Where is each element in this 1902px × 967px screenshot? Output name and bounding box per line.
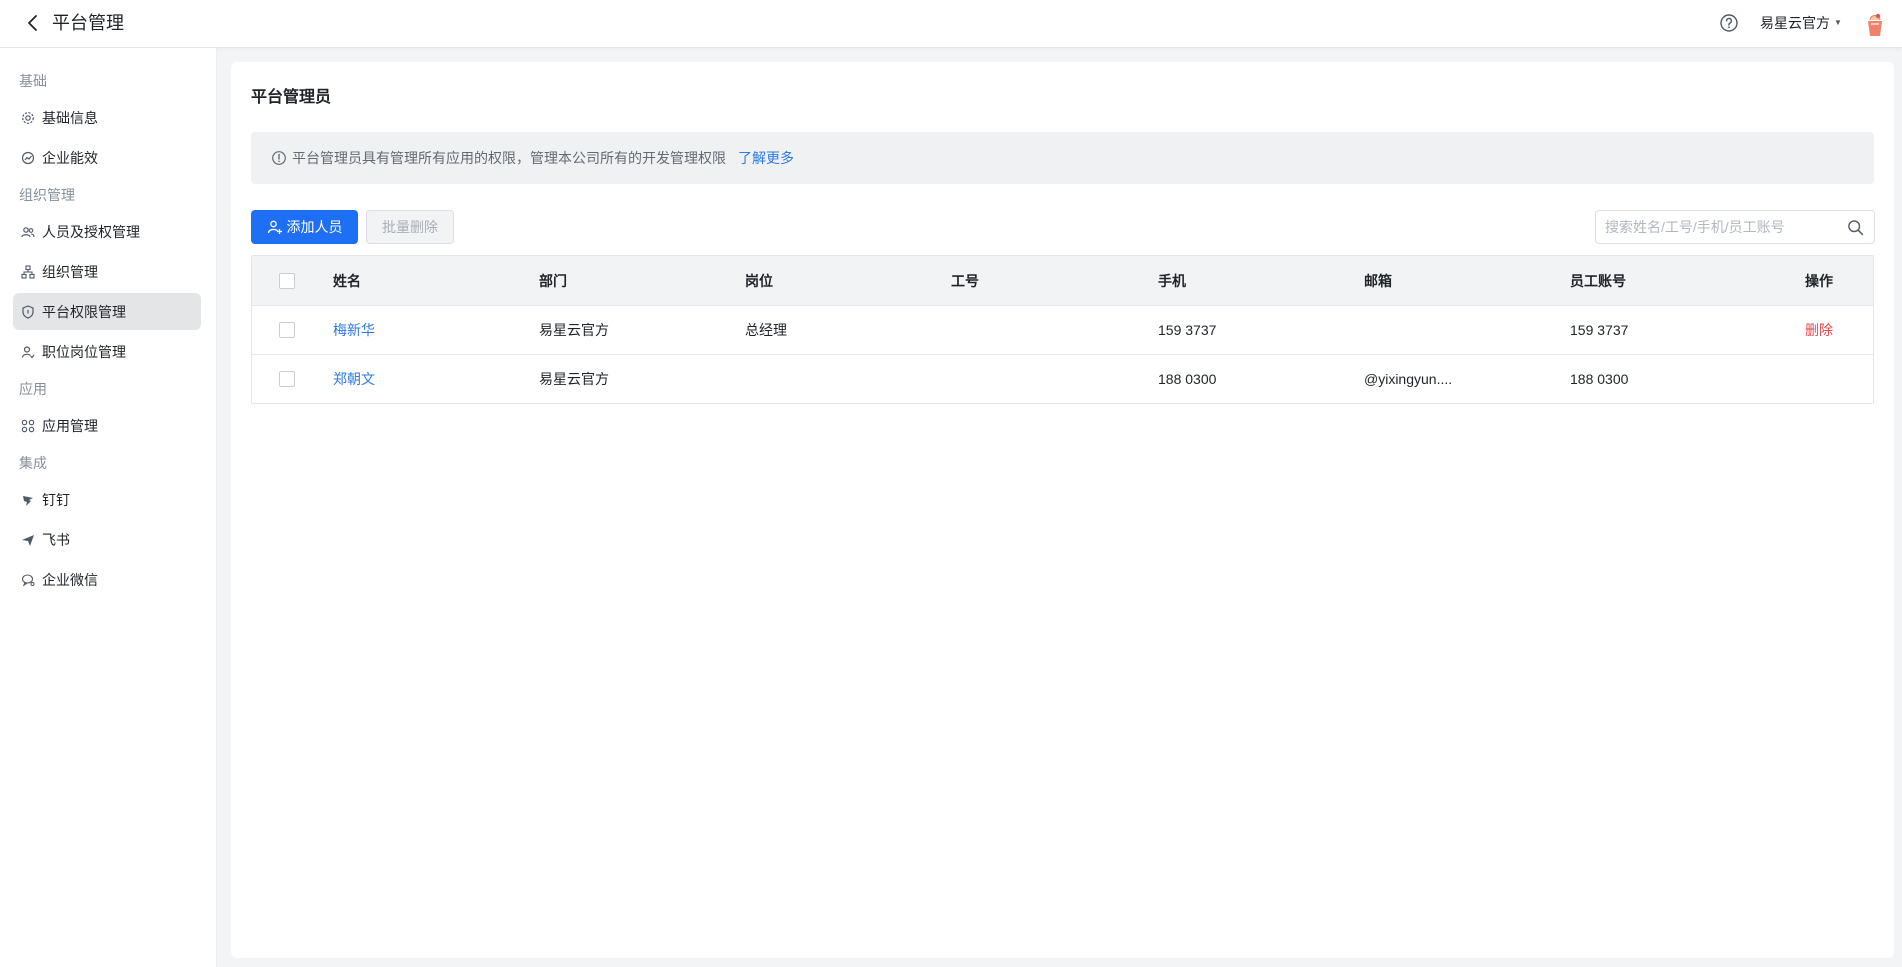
column-header-account: 员工账号 [1570, 272, 1626, 289]
cell-phone: 188 0300 [1158, 371, 1217, 387]
sidebar-item-positions[interactable]: 职位岗位管理 [13, 333, 201, 370]
top-bar: 平台管理 易星云官方 ▼ [0, 0, 1902, 48]
table-row: 梅新华 易星云官方 总经理 159 3737 159 3737 删除 [252, 306, 1873, 355]
column-header-dept: 部门 [539, 272, 567, 289]
cell-position [745, 355, 925, 403]
sidebar-item-efficiency[interactable]: 企业能效 [13, 139, 201, 176]
cell-action [1805, 355, 1865, 403]
cell-position: 总经理 [745, 322, 787, 338]
sidebar-group-label: 基础 [19, 73, 47, 89]
apps-grid-icon [19, 417, 37, 435]
info-icon [271, 150, 287, 166]
search-input[interactable] [1596, 211, 1836, 243]
sidebar-item-label: 飞书 [42, 531, 70, 548]
gear-icon [19, 109, 37, 127]
column-header-employee-no: 工号 [951, 272, 979, 289]
wecom-icon [19, 571, 37, 589]
dingtalk-icon [19, 491, 37, 509]
back-arrow-icon[interactable] [22, 12, 44, 34]
search-box[interactable] [1595, 210, 1875, 244]
batch-delete-button[interactable]: 批量删除 [366, 210, 454, 244]
sidebar-item-label: 组织管理 [42, 263, 98, 280]
cell-employee-no [951, 355, 1131, 403]
cell-account: 188 0300 [1570, 371, 1629, 387]
help-icon[interactable] [1718, 12, 1740, 34]
tenant-switcher[interactable]: 易星云官方 ▼ [1760, 13, 1842, 33]
column-header-action: 操作 [1805, 272, 1833, 289]
sidebar-item-basic-info[interactable]: 基础信息 [13, 99, 201, 136]
sidebar-item-wecom[interactable]: 企业微信 [13, 561, 201, 598]
user-name-link[interactable]: 郑朝文 [333, 369, 375, 389]
sidebar-item-label: 企业微信 [42, 571, 98, 588]
avatar[interactable] [1862, 10, 1888, 38]
column-header-email: 邮箱 [1364, 272, 1392, 289]
sidebar-item-feishu[interactable]: 飞书 [13, 521, 201, 558]
add-member-label: 添加人员 [286, 219, 343, 235]
tenant-name: 易星云官方 [1760, 15, 1830, 31]
caret-down-icon: ▼ [1834, 18, 1842, 27]
sidebar-item-dingtalk[interactable]: 钉钉 [13, 481, 201, 518]
chart-icon [19, 149, 37, 167]
cell-dept: 易星云官方 [539, 371, 609, 387]
sidebar: 基础 基础信息 企业能效 组织管理 人员及授权管理 组织管理 平台权限管理 职位… [0, 48, 217, 967]
cell-name: 郑朝文 [333, 355, 513, 403]
add-user-icon [267, 219, 283, 235]
sidebar-item-label: 钉钉 [42, 491, 70, 508]
sidebar-item-label: 应用管理 [42, 417, 98, 434]
org-tree-icon [19, 263, 37, 281]
user-badge-icon [19, 343, 37, 361]
cell-employee-no [951, 306, 1131, 354]
cell-email: @yixingyun.... [1364, 371, 1453, 387]
main-card: 平台管理员 平台管理员具有管理所有应用的权限，管理本公司所有的开发管理权限 了解… [231, 62, 1894, 958]
table-header: 姓名 部门 岗位 工号 手机 邮箱 员工账号 操作 [252, 256, 1873, 306]
shield-icon [19, 303, 37, 321]
cell-phone: 159 3737 [1158, 322, 1217, 338]
sidebar-item-label: 基础信息 [42, 109, 98, 126]
feishu-icon [19, 531, 37, 549]
cell-dept: 易星云官方 [539, 322, 609, 338]
sidebar-group-label: 组织管理 [19, 187, 75, 203]
row-checkbox[interactable] [279, 322, 295, 338]
search-icon[interactable] [1847, 219, 1864, 236]
users-icon [19, 223, 37, 241]
user-name-link[interactable]: 梅新华 [333, 320, 375, 340]
sidebar-item-label: 职位岗位管理 [42, 343, 126, 360]
notice-text: 平台管理员具有管理所有应用的权限，管理本公司所有的开发管理权限 [292, 150, 726, 166]
cell-email [1364, 306, 1546, 354]
sidebar-item-users-auth[interactable]: 人员及授权管理 [13, 213, 201, 250]
row-checkbox[interactable] [279, 371, 295, 387]
cell-action: 删除 [1805, 306, 1865, 354]
sidebar-group-label: 应用 [19, 381, 47, 397]
column-header-name: 姓名 [333, 272, 361, 289]
admin-table: 姓名 部门 岗位 工号 手机 邮箱 员工账号 操作 梅新华 易星云官方 总经理 … [251, 255, 1874, 404]
delete-link[interactable]: 删除 [1805, 320, 1833, 340]
sidebar-group-label: 集成 [19, 455, 47, 471]
notice-banner: 平台管理员具有管理所有应用的权限，管理本公司所有的开发管理权限 了解更多 [251, 132, 1874, 184]
sidebar-item-label: 企业能效 [42, 149, 98, 166]
learn-more-link[interactable]: 了解更多 [738, 148, 794, 168]
add-member-button[interactable]: 添加人员 [251, 210, 358, 244]
column-header-phone: 手机 [1158, 272, 1186, 289]
sidebar-item-platform-permission[interactable]: 平台权限管理 [13, 293, 201, 330]
table-row: 郑朝文 易星云官方 188 0300 @yixingyun.... 188 03… [252, 355, 1873, 403]
cell-account: 159 3737 [1570, 322, 1629, 338]
select-all-checkbox[interactable] [279, 272, 295, 289]
section-title: 平台管理员 [251, 89, 332, 106]
cell-name: 梅新华 [333, 306, 513, 354]
sidebar-item-label: 平台权限管理 [42, 303, 126, 320]
sidebar-item-apps[interactable]: 应用管理 [13, 407, 201, 444]
page-title: 平台管理 [52, 13, 124, 33]
sidebar-item-org[interactable]: 组织管理 [13, 253, 201, 290]
sidebar-item-label: 人员及授权管理 [42, 223, 140, 240]
column-header-position: 岗位 [745, 272, 773, 289]
